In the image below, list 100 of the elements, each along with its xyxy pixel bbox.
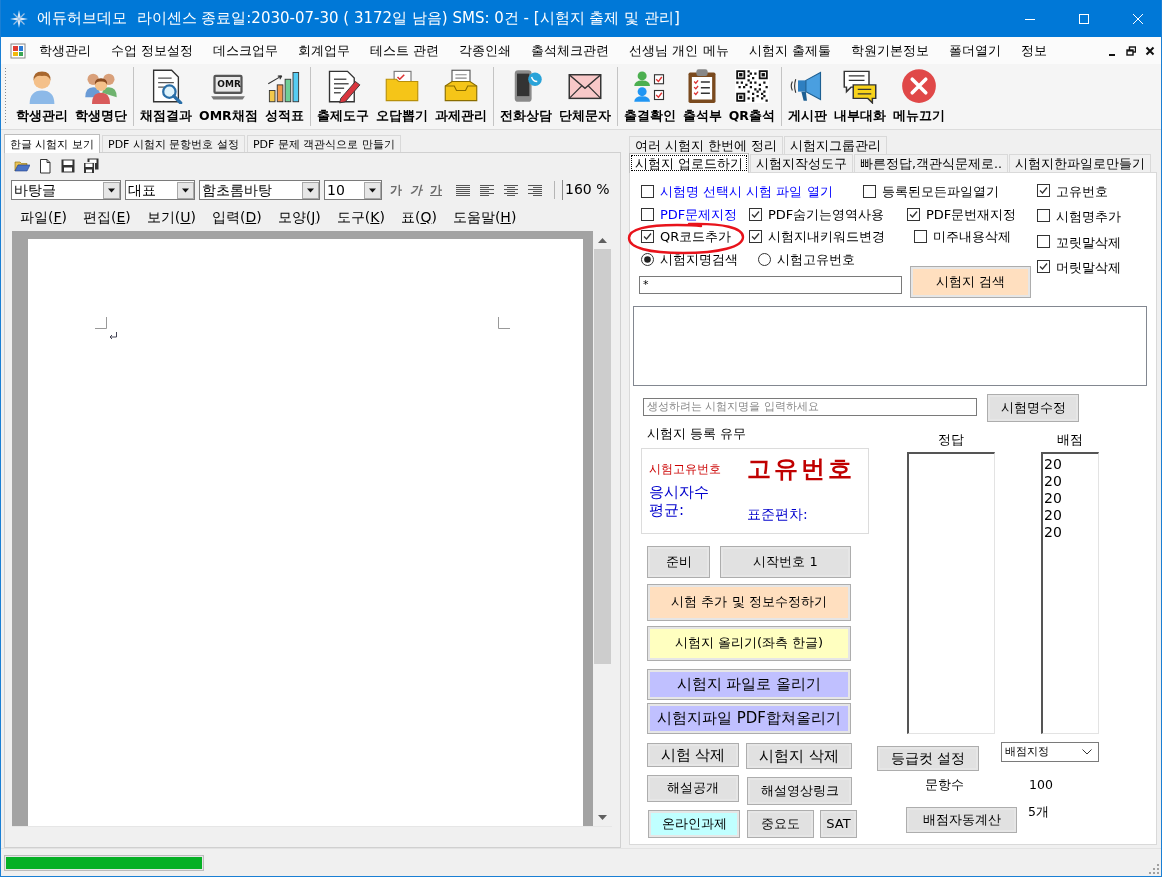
toolbar-button[interactable]: 메뉴끄기 xyxy=(889,67,948,126)
auto-score-button[interactable]: 배점자동계산 xyxy=(906,806,1017,833)
action-button[interactable]: 시험 추가 및 정보수정하기 xyxy=(647,583,851,621)
close-icon[interactable] xyxy=(1145,45,1155,56)
toolbar-button[interactable]: 출제도구 xyxy=(313,67,372,126)
menu-item[interactable]: 폴더열기 xyxy=(938,39,1011,62)
menu-item[interactable]: 테스트 관련 xyxy=(360,39,450,62)
toolbar-button[interactable]: 학생관리 xyxy=(13,67,71,126)
menu-item[interactable]: 학원기본정보 xyxy=(840,39,939,62)
restore-icon[interactable] xyxy=(1126,45,1136,56)
zoom-field[interactable]: 160 % xyxy=(562,180,610,200)
list-item[interactable]: 20 xyxy=(1043,455,1098,473)
toolbar-button[interactable]: 채점결과 xyxy=(137,67,195,126)
menu-item[interactable]: 파일(F) xyxy=(12,207,75,226)
align-justify-icon[interactable] xyxy=(456,183,470,197)
bold-button[interactable]: 가 xyxy=(386,182,406,198)
rename-button[interactable]: 시험명수정 xyxy=(987,393,1079,422)
list-item[interactable]: 20 xyxy=(1043,506,1098,524)
menu-item[interactable]: 입력(D) xyxy=(204,207,270,226)
tab[interactable]: 시험지 업로드하기 xyxy=(629,153,749,173)
list-item[interactable]: 20 xyxy=(1043,523,1098,541)
menu-item[interactable]: 선생님 개인 메뉴 xyxy=(619,39,739,62)
scrollbar-thumb[interactable] xyxy=(594,249,611,664)
language-dropdown[interactable]: 대표 xyxy=(125,180,195,200)
checkbox[interactable] xyxy=(641,185,654,198)
save-all-icon[interactable] xyxy=(83,157,99,174)
font-size-dropdown[interactable]: 10 xyxy=(324,180,382,200)
toolbar-button[interactable]: 단체문자 xyxy=(555,67,614,126)
checkbox[interactable] xyxy=(863,185,876,198)
toolbar-button[interactable]: 출결확인 xyxy=(620,67,679,126)
checkbox[interactable] xyxy=(749,207,762,221)
menu-item[interactable]: 시험지 출제툴 xyxy=(738,39,841,62)
action-button[interactable]: 온라인과제 xyxy=(648,809,740,838)
menu-item[interactable]: 출석체크관련 xyxy=(521,39,620,62)
tab[interactable]: PDF 시험지 문항번호 설정 xyxy=(102,135,245,152)
toolbar-button[interactable]: 학생명단 xyxy=(72,67,130,126)
menu-item[interactable]: 수업 정보설정 xyxy=(101,39,204,62)
action-button[interactable]: 시험지파일 PDF합쳐올리기 xyxy=(647,702,851,734)
tab[interactable]: 시험지작성도구 xyxy=(750,154,853,172)
save-icon[interactable] xyxy=(60,157,76,174)
action-button[interactable]: 시험 삭제 xyxy=(647,742,739,767)
tab[interactable]: 시험지그룹관리 xyxy=(783,136,887,154)
toolbar-button[interactable]: 성적표 xyxy=(261,67,307,126)
tab[interactable]: PDF 문제 객관식으로 만들기 xyxy=(246,135,401,152)
action-button[interactable]: 시험지 삭제 xyxy=(746,742,852,769)
list-item[interactable]: 20 xyxy=(1043,472,1098,490)
toolbar-button[interactable]: 오답뽑기 xyxy=(372,67,431,126)
menu-item[interactable]: 편집(E) xyxy=(75,207,139,226)
radio-button[interactable] xyxy=(641,253,654,267)
list-box[interactable] xyxy=(633,305,1147,386)
menu-item[interactable]: 정보 xyxy=(1010,39,1057,62)
answer-list[interactable] xyxy=(907,451,995,734)
style-dropdown[interactable]: 바탕글 xyxy=(11,180,121,200)
tab[interactable]: 한글 시험지 보기 xyxy=(4,134,100,153)
tab[interactable]: 여러 시험지 한번에 정리 xyxy=(629,136,783,154)
toolbar-button[interactable]: 게시판 xyxy=(784,67,830,126)
menu-item[interactable]: 데스크업무 xyxy=(203,39,289,62)
action-button[interactable]: 준비 xyxy=(647,545,710,578)
checkbox[interactable] xyxy=(641,230,654,244)
italic-button[interactable]: 가 xyxy=(406,182,426,198)
action-button[interactable]: 중요도 xyxy=(747,809,814,838)
menu-item[interactable]: 각종인쇄 xyxy=(449,39,522,62)
action-button[interactable]: 시험지 파일로 올리기 xyxy=(647,668,851,700)
underline-button[interactable]: 가 xyxy=(426,182,446,198)
align-left-icon[interactable] xyxy=(480,183,494,197)
font-dropdown[interactable]: 함초롬바탕 xyxy=(199,180,320,200)
toolbar-button[interactable]: OMR OMR채점 xyxy=(196,67,261,126)
search-field[interactable]: * xyxy=(639,275,902,294)
name-field[interactable]: 생성하려는 시험지명을 입력하세요 xyxy=(643,397,977,416)
toolbar-button[interactable]: 전화상담 xyxy=(496,67,555,126)
size-grip-icon[interactable] xyxy=(1148,863,1160,875)
toolbar-button[interactable]: 출석부 xyxy=(679,67,725,126)
checkbox[interactable] xyxy=(1037,259,1050,273)
grade-cut-button[interactable]: 등급컷 설정 xyxy=(877,745,979,771)
action-button[interactable]: SAT xyxy=(820,809,857,838)
menu-item[interactable]: 도구(K) xyxy=(328,207,393,226)
score-dropdown[interactable]: 배점지정 xyxy=(1001,741,1099,762)
align-right-icon[interactable] xyxy=(528,183,542,197)
app-grid-icon[interactable] xyxy=(10,42,26,59)
checkbox[interactable] xyxy=(1037,209,1050,223)
checkbox[interactable] xyxy=(749,230,762,244)
checkbox[interactable] xyxy=(1037,184,1050,197)
toolbar-button[interactable]: 내부대화 xyxy=(830,67,889,126)
align-center-icon[interactable] xyxy=(504,183,518,197)
menu-item[interactable]: 표(Q) xyxy=(392,207,445,226)
action-button[interactable]: 시험지 올리기(좌측 한글) xyxy=(647,625,851,661)
menu-item[interactable]: 학생관리 xyxy=(29,39,101,62)
checkbox[interactable] xyxy=(914,230,927,244)
menu-item[interactable]: 회계업무 xyxy=(288,39,361,62)
toolbar-button[interactable]: 과제관리 xyxy=(431,67,490,126)
checkbox[interactable] xyxy=(907,207,920,221)
toolbar-button[interactable]: QR출석 xyxy=(725,67,778,126)
action-button[interactable]: 시작번호 1 xyxy=(720,545,851,578)
checkbox[interactable] xyxy=(1037,234,1050,248)
action-button[interactable]: 해설공개 xyxy=(647,774,739,802)
radio-button[interactable] xyxy=(758,253,771,267)
action-button[interactable]: 해설영상링크 xyxy=(747,776,852,805)
tab[interactable]: 빠른정답,객관식문제로.. xyxy=(854,154,1008,172)
list-item[interactable]: 20 xyxy=(1043,489,1098,507)
menu-item[interactable]: 보기(U) xyxy=(138,207,204,226)
